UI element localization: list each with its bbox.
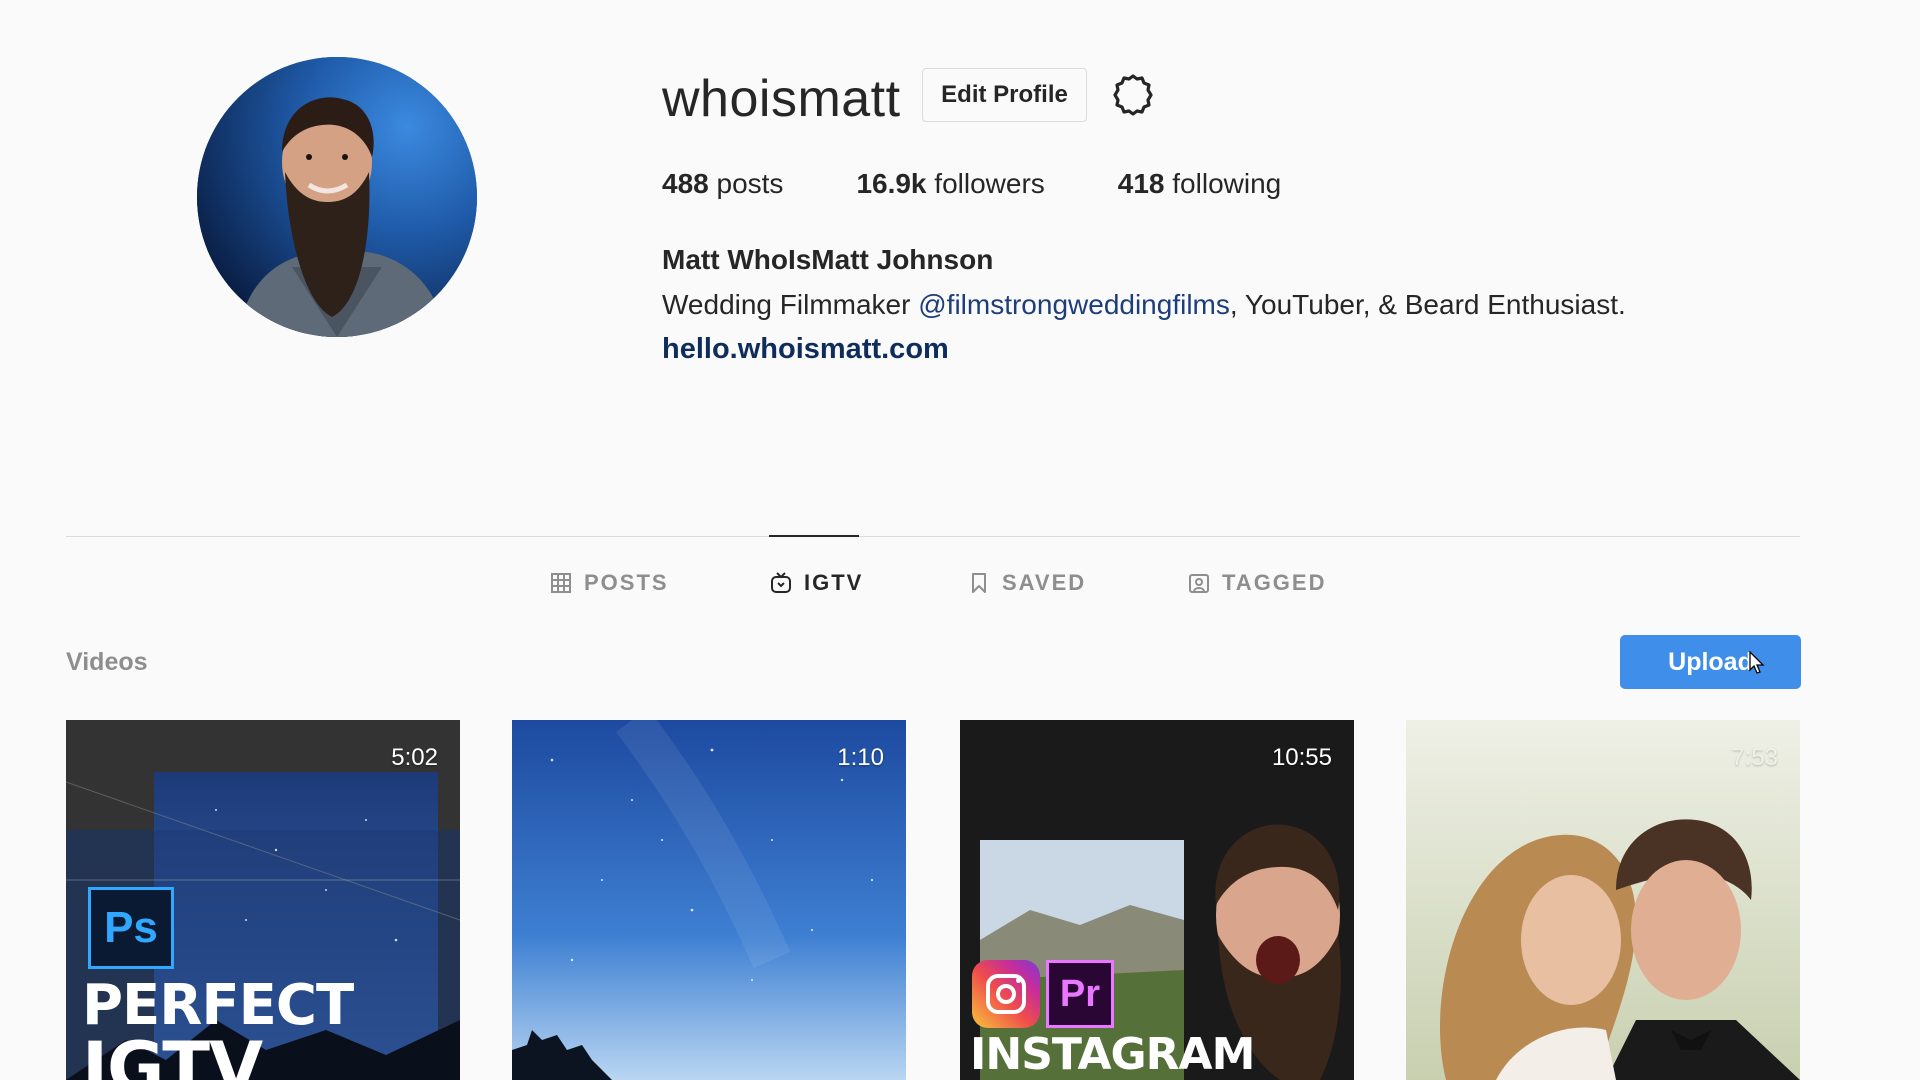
tab-saved-label: SAVED bbox=[1002, 570, 1087, 595]
profile-bio: Wedding Filmmaker @filmstrongweddingfilm… bbox=[662, 289, 1626, 321]
upload-button[interactable]: Upload bbox=[1620, 635, 1801, 689]
profile-full-name: Matt WhoIsMatt Johnson bbox=[662, 244, 994, 275]
video-3-title-line-1: INSTAGRAM bbox=[970, 1029, 1255, 1080]
settings-gear-icon[interactable] bbox=[1110, 72, 1156, 118]
tab-igtv-label: IGTV bbox=[804, 570, 864, 595]
grid-icon bbox=[551, 573, 571, 593]
bio-prefix: Wedding Filmmaker bbox=[662, 289, 919, 320]
stat-followers[interactable]: 16.9k followers bbox=[856, 168, 1044, 200]
tab-saved[interactable]: SAVED bbox=[968, 570, 1086, 596]
following-count: 418 bbox=[1117, 168, 1165, 199]
tab-igtv[interactable]: IGTV bbox=[770, 570, 863, 596]
bookmark-icon bbox=[972, 573, 986, 593]
photoshop-badge-icon: Ps bbox=[88, 887, 174, 969]
profile-tabs: POSTS IGTV SAVED TAGGED bbox=[0, 570, 1920, 604]
posts-label: posts bbox=[716, 168, 784, 199]
tabs-divider bbox=[66, 536, 1800, 537]
video-4-image bbox=[1406, 720, 1800, 1080]
video-2-image bbox=[512, 720, 906, 1080]
profile-username: whoismatt bbox=[662, 70, 901, 128]
video-thumbnail-4[interactable]: 7:53 bbox=[1406, 720, 1800, 1080]
profile-stats: 488 posts 16.9k followers 418 following bbox=[662, 168, 1354, 200]
video-2-duration: 1:10 bbox=[837, 744, 884, 771]
profile-avatar[interactable] bbox=[197, 57, 477, 337]
bio-mention-link[interactable]: @filmstrongweddingfilms bbox=[918, 289, 1230, 320]
tab-posts[interactable]: POSTS bbox=[550, 570, 669, 596]
video-3-duration: 10:55 bbox=[1271, 744, 1332, 771]
videos-section-label: Videos bbox=[66, 648, 148, 676]
followers-label: followers bbox=[934, 168, 1045, 199]
tab-posts-label: POSTS bbox=[584, 570, 669, 595]
video-1-title-line-1: PERFECT bbox=[82, 973, 354, 1038]
tab-tagged-label: TAGGED bbox=[1222, 570, 1327, 595]
stat-following[interactable]: 418 following bbox=[1118, 168, 1281, 200]
mouse-cursor-icon bbox=[1749, 651, 1765, 674]
video-thumbnail-3[interactable]: Pr INSTAGRAM 10:55 bbox=[960, 720, 1354, 1080]
video-thumbnail-1[interactable]: Ps PERFECT IGTV 5:02 bbox=[66, 720, 460, 1080]
tab-tagged[interactable]: TAGGED bbox=[1188, 570, 1326, 596]
followers-count: 16.9k bbox=[856, 168, 927, 199]
igtv-icon bbox=[771, 572, 791, 593]
following-label: following bbox=[1172, 168, 1282, 199]
tagged-icon bbox=[1189, 574, 1209, 593]
instagram-logo-icon bbox=[972, 960, 1040, 1028]
video-4-duration: 7:53 bbox=[1731, 744, 1778, 771]
profile-website-link[interactable]: hello.whoismatt.com bbox=[662, 333, 949, 366]
video-1-title-line-2: IGTV bbox=[82, 1027, 263, 1080]
bio-suffix: , YouTuber, & Beard Enthusiast. bbox=[1229, 289, 1626, 320]
video-thumbnail-2[interactable]: 1:10 bbox=[512, 720, 906, 1080]
posts-count: 488 bbox=[662, 168, 709, 199]
premiere-badge-icon: Pr bbox=[1046, 960, 1114, 1028]
avatar-photo bbox=[197, 57, 477, 337]
active-tab-indicator bbox=[769, 535, 859, 537]
video-1-duration: 5:02 bbox=[391, 744, 438, 771]
edit-profile-button[interactable]: Edit Profile bbox=[922, 68, 1087, 122]
stat-posts: 488 posts bbox=[662, 168, 783, 200]
